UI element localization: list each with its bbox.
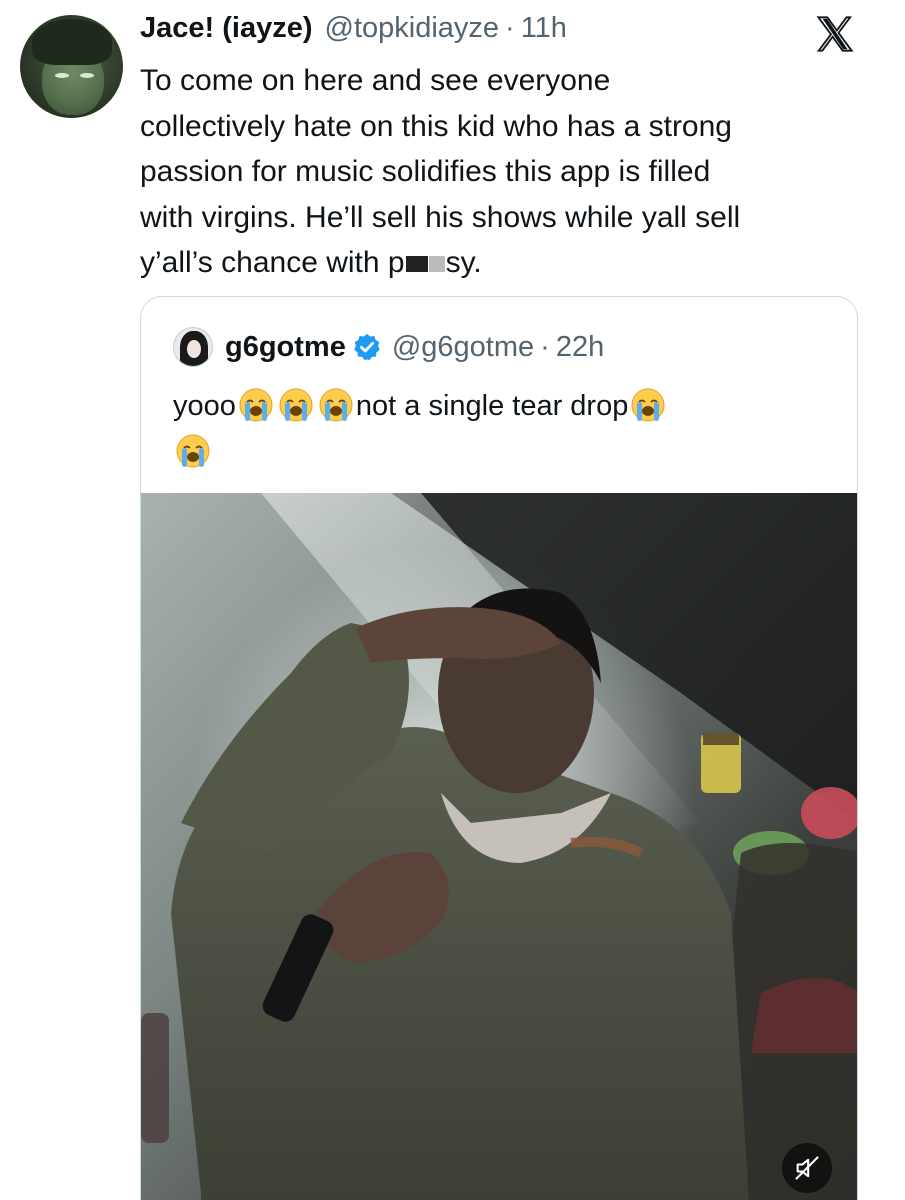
quoted-tweet-text: yooo not a single tear drop — [173, 383, 833, 475]
quoted-author-name[interactable]: g6gotme — [225, 331, 346, 364]
x-logo-icon — [816, 16, 854, 52]
tweet[interactable]: Jace! (iayze) @topkidiayze · 11h To come… — [0, 0, 905, 1200]
tweet-header: Jace! (iayze) @topkidiayze · 11h — [140, 12, 567, 52]
video-player[interactable] — [141, 493, 857, 1200]
quoted-tweet-time[interactable]: 22h — [556, 331, 604, 364]
mute-toggle-button[interactable] — [782, 1143, 832, 1193]
tweet-text-part: sy. — [445, 246, 482, 279]
censor-block — [405, 256, 428, 273]
avatar-face — [187, 340, 201, 358]
tweet-text-line: collectively hate on this kid who has a … — [140, 109, 732, 143]
tweet-text-part: y’all’s chance with p — [140, 246, 405, 279]
author-name[interactable]: Jace! (iayze) — [140, 12, 313, 45]
video-frame — [141, 493, 857, 1200]
verified-badge-icon — [354, 333, 380, 361]
tweet-text-line: To come on here and see everyone — [140, 64, 611, 97]
separator-dot: · — [505, 12, 515, 44]
author-avatar[interactable] — [20, 15, 123, 118]
loudly-crying-face-icon — [279, 388, 313, 422]
separator-dot: · — [540, 330, 550, 363]
quoted-tweet-header: g6gotme @g6gotme · 22h — [173, 327, 604, 367]
loudly-crying-face-icon — [239, 388, 273, 422]
tweet-text: To come on here and see everyone collect… — [140, 58, 860, 286]
loudly-crying-face-icon — [631, 388, 665, 422]
loudly-crying-face-icon — [319, 388, 353, 422]
quoted-text-part: yooo — [173, 390, 236, 422]
tweet-text-line: y’all’s chance with p sy. — [140, 240, 860, 286]
censor-block — [428, 256, 445, 273]
quoted-author-avatar[interactable] — [173, 327, 213, 367]
muted-speaker-icon — [795, 1156, 819, 1180]
quoted-text-part: not a single tear drop — [355, 390, 629, 422]
author-handle[interactable]: @topkidiayze — [325, 12, 500, 45]
avatar-hair — [32, 19, 112, 65]
quoted-author-handle[interactable]: @g6gotme — [392, 331, 534, 364]
quoted-tweet[interactable]: g6gotme @g6gotme · 22h yooo not a single … — [140, 296, 858, 1200]
tweet-text-line: passion for music solidifies this app is… — [140, 155, 711, 188]
avatar-eye — [55, 73, 69, 78]
loudly-crying-face-icon — [176, 434, 210, 468]
tweet-text-line: with virgins. He’ll sell his shows while… — [140, 200, 741, 234]
tweet-time[interactable]: 11h — [521, 12, 567, 45]
avatar-eye — [80, 73, 94, 78]
